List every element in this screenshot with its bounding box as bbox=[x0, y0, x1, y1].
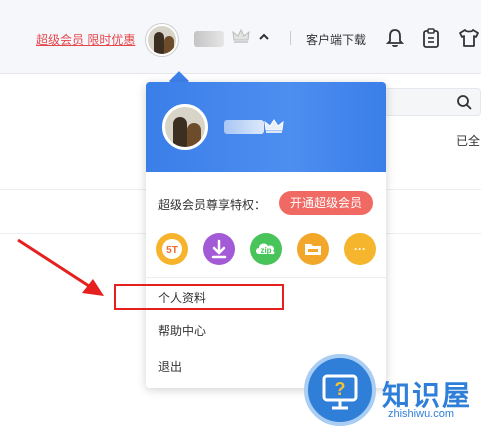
username-blurred bbox=[194, 31, 224, 47]
svg-text:···: ··· bbox=[354, 242, 366, 256]
background-text: 已全 bbox=[456, 134, 481, 148]
clipboard-icon[interactable] bbox=[422, 28, 440, 48]
top-bar: 超级会员 限时优惠 客户端下载 bbox=[0, 0, 481, 74]
search-input[interactable] bbox=[370, 88, 481, 116]
folder-icon[interactable] bbox=[297, 233, 329, 265]
user-avatar[interactable] bbox=[146, 24, 178, 56]
menu-item-help-center[interactable]: 帮助中心 bbox=[146, 315, 386, 347]
popup-divider bbox=[146, 277, 386, 278]
privilege-icons: 5T zip ··· bbox=[156, 233, 376, 265]
watermark-url: zhishiwu.com bbox=[388, 408, 455, 420]
crown-icon bbox=[264, 119, 284, 133]
watermark-logo: ? bbox=[304, 354, 376, 426]
popup-username-blurred bbox=[224, 120, 264, 134]
svg-text:?: ? bbox=[335, 379, 346, 399]
client-download-link[interactable]: 客户端下载 bbox=[306, 31, 366, 48]
chevron-up-icon[interactable] bbox=[258, 31, 270, 46]
zip-icon[interactable]: zip bbox=[250, 233, 282, 265]
svg-text:zip: zip bbox=[260, 246, 271, 255]
more-icon[interactable]: ··· bbox=[344, 233, 376, 265]
vip-promo-link[interactable]: 超级会员 限时优惠 bbox=[36, 31, 135, 48]
popup-avatar[interactable] bbox=[162, 104, 208, 150]
annotation-highlight-box bbox=[114, 284, 284, 310]
tshirt-icon[interactable] bbox=[458, 28, 480, 48]
speed-5t-icon[interactable]: 5T bbox=[156, 233, 188, 265]
open-vip-button[interactable]: 开通超级会员 bbox=[279, 191, 373, 215]
user-dropdown-popup: 超级会员尊享特权： 开通超级会员 5T zip ··· 个人资料 帮助中心 退出 bbox=[146, 82, 386, 388]
crown-icon bbox=[232, 28, 250, 43]
privilege-label: 超级会员尊享特权： bbox=[158, 198, 267, 212]
popup-header bbox=[146, 82, 386, 172]
svg-text:5T: 5T bbox=[166, 245, 178, 256]
download-speed-icon[interactable] bbox=[203, 233, 235, 265]
separator bbox=[290, 31, 291, 45]
search-icon[interactable] bbox=[456, 94, 472, 110]
bell-icon[interactable] bbox=[386, 28, 404, 48]
